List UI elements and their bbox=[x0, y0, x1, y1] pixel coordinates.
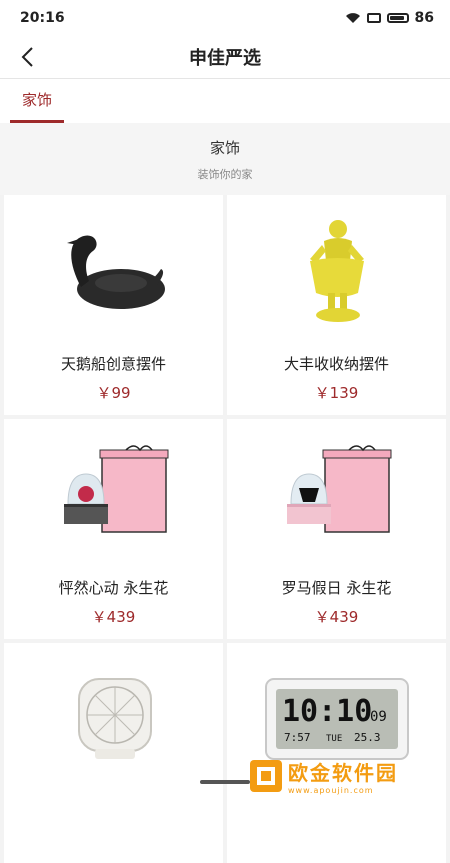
section-header: 家饰 装饰你的家 bbox=[0, 123, 450, 195]
home-indicator[interactable] bbox=[200, 780, 250, 784]
battery-icon bbox=[386, 13, 409, 23]
clock-day: TUE bbox=[326, 734, 342, 744]
product-image-flower-box-2 bbox=[227, 419, 446, 569]
watermark-logo-icon bbox=[250, 760, 282, 792]
clock-seconds: 09 bbox=[370, 709, 387, 725]
category-tabs: 家饰 bbox=[0, 79, 450, 123]
product-image-flower-box bbox=[4, 419, 223, 569]
clock-date: 25.3 bbox=[354, 731, 381, 744]
product-card[interactable]: 天鹅船创意摆件 ￥99 bbox=[4, 195, 223, 415]
product-image-swan bbox=[4, 195, 223, 345]
watermark-name: 欧金软件园 bbox=[288, 761, 398, 785]
status-time: 20:16 bbox=[20, 10, 65, 26]
watermark-url: www.apoujin.com bbox=[288, 786, 374, 795]
product-name: 怦然心动 永生花 bbox=[58, 579, 169, 597]
tab-home-decor[interactable]: 家饰 bbox=[10, 79, 65, 123]
product-card[interactable]: 10:10 09 7:57 TUE 25.3 bbox=[227, 643, 446, 863]
product-card[interactable] bbox=[4, 643, 223, 863]
product-price: ￥439 bbox=[91, 608, 136, 626]
product-card[interactable]: 大丰收收纳摆件 ￥139 bbox=[227, 195, 446, 415]
nav-bar: 申佳严选 bbox=[0, 36, 450, 79]
status-icons: 86 bbox=[345, 10, 434, 26]
section-title: 家饰 bbox=[209, 138, 240, 157]
wifi-icon bbox=[345, 12, 361, 24]
product-image-statue bbox=[227, 195, 446, 345]
product-image-fan bbox=[4, 643, 223, 793]
product-name: 大丰收收纳摆件 bbox=[283, 355, 389, 373]
product-card[interactable]: 罗马假日 永生花 ￥439 bbox=[227, 419, 446, 639]
status-bar: 20:16 86 bbox=[0, 0, 450, 36]
battery-level: 86 bbox=[414, 10, 434, 26]
signal-icon bbox=[366, 13, 381, 23]
section-subtitle: 装饰你的家 bbox=[197, 167, 253, 181]
page-title: 申佳严选 bbox=[189, 48, 261, 69]
clock-time: 10:10 bbox=[282, 694, 372, 729]
watermark: 欧金软件园 www.apoujin.com bbox=[248, 756, 444, 796]
product-price: ￥99 bbox=[96, 384, 131, 402]
chevron-left-icon bbox=[21, 47, 33, 67]
product-price: ￥139 bbox=[314, 384, 359, 402]
product-price: ￥439 bbox=[314, 608, 359, 626]
back-button[interactable] bbox=[12, 42, 42, 72]
product-card[interactable]: 怦然心动 永生花 ￥439 bbox=[4, 419, 223, 639]
product-name: 罗马假日 永生花 bbox=[281, 579, 392, 597]
clock-sub-left: 7:57 bbox=[284, 731, 311, 744]
product-name: 天鹅船创意摆件 bbox=[60, 355, 166, 373]
